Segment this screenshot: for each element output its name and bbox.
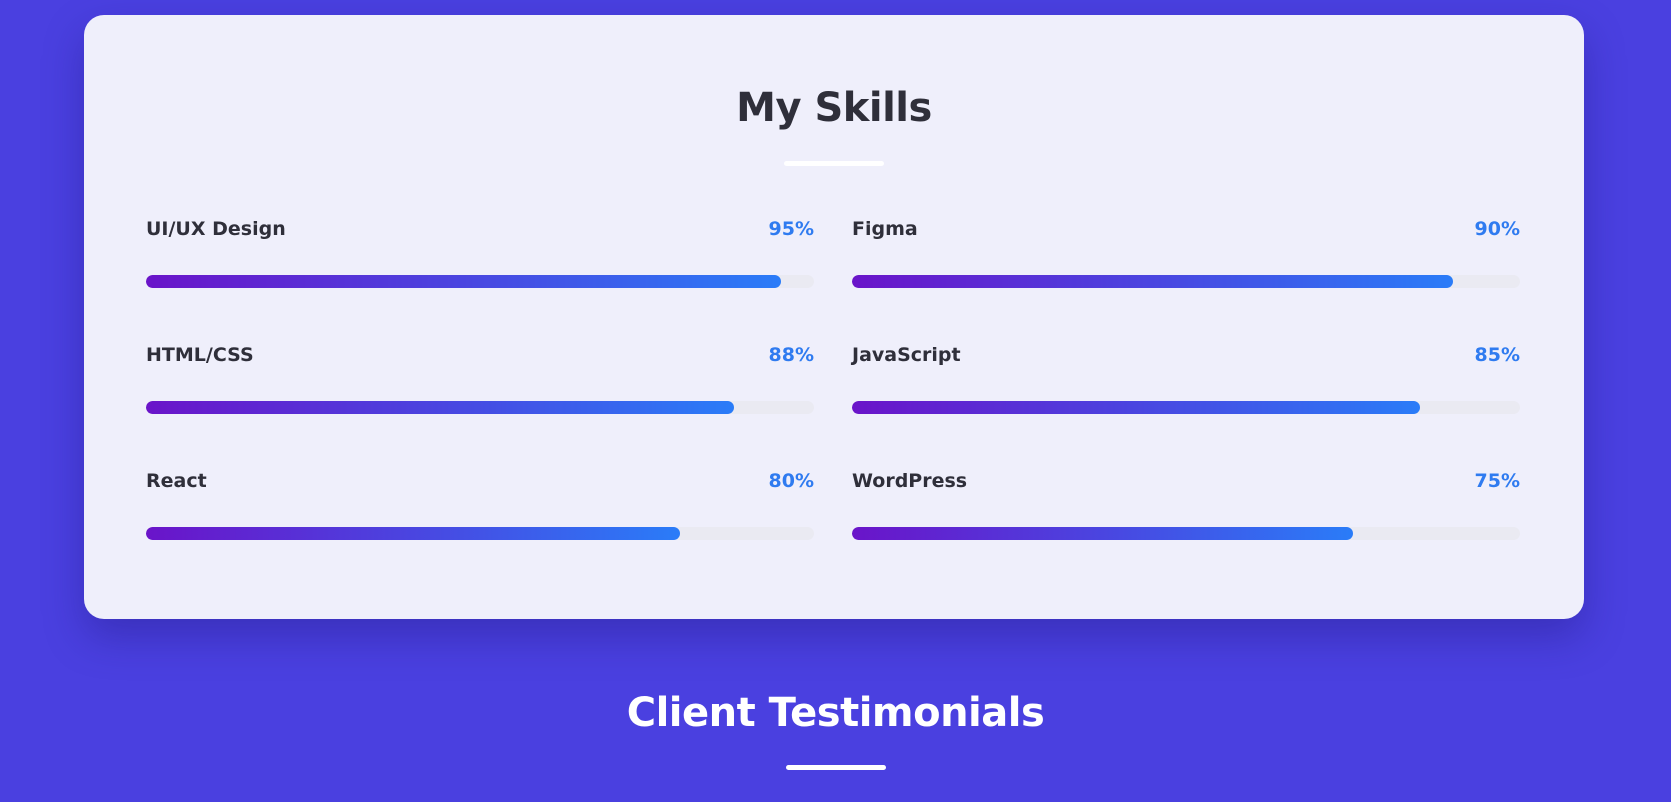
skill-percent: 90% [1474,218,1520,240]
skill-progress-track [852,527,1520,540]
skill-name: WordPress [852,470,968,492]
skill-item-javascript: JavaScript 85% [852,344,1520,419]
skills-card: My Skills UI/UX Design 95% Figma 90% HTM… [84,15,1584,619]
skill-name: JavaScript [852,344,961,366]
skill-progress-fill [852,527,1353,540]
skills-title-underline [784,161,884,166]
testimonials-title-underline [785,765,886,770]
skill-name: Figma [852,218,918,240]
skill-progress-track [146,527,814,540]
skill-name: React [146,470,207,492]
skill-percent: 95% [768,218,814,240]
skill-progress-track [146,275,814,288]
skill-percent: 80% [768,470,814,492]
skill-progress-track [852,401,1520,414]
skill-item-react: React 80% [146,470,814,545]
skill-name: UI/UX Design [146,218,286,240]
skill-item-figma: Figma 90% [852,218,1520,293]
skill-item-wordpress: WordPress 75% [852,470,1520,545]
skill-progress-fill [146,275,781,288]
skill-name: HTML/CSS [146,344,254,366]
skill-item-html-css: HTML/CSS 88% [146,344,814,419]
skill-progress-track [146,401,814,414]
skill-progress-fill [852,401,1420,414]
testimonials-title: Client Testimonials [626,690,1045,736]
skill-progress-track [852,275,1520,288]
skill-progress-fill [852,275,1454,288]
skill-percent: 75% [1474,470,1520,492]
skill-item-ui-ux-design: UI/UX Design 95% [146,218,814,293]
skill-progress-fill [146,527,681,540]
skills-grid: UI/UX Design 95% Figma 90% HTML/CSS 88% [146,218,1520,545]
skill-progress-fill [146,401,734,414]
skills-title: My Skills [736,85,932,131]
skill-percent: 85% [1474,344,1520,366]
skill-percent: 88% [768,344,814,366]
